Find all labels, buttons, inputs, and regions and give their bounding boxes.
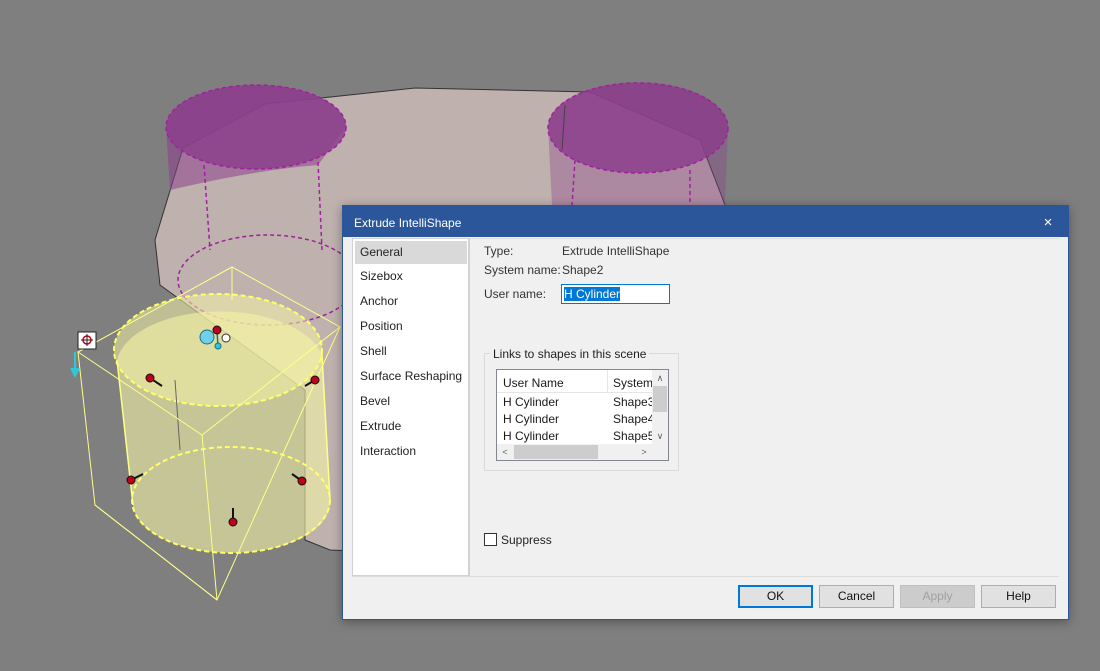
hole-top-left — [165, 84, 347, 170]
links-groupbox: Links to shapes in this scene User Name … — [484, 347, 679, 471]
scroll-right-icon[interactable]: > — [636, 444, 652, 460]
list-row[interactable]: H Cylinder Shape3 — [497, 393, 655, 410]
nav-item-shell[interactable]: Shell — [353, 339, 468, 364]
scroll-corner — [652, 444, 668, 460]
general-panel: Type: Extrude IntelliShape System name: … — [469, 238, 1060, 576]
nav-item-anchor[interactable]: Anchor — [353, 289, 468, 314]
listview-header: User Name System — [497, 370, 653, 393]
type-value: Extrude IntelliShape — [562, 244, 670, 258]
scroll-down-icon[interactable]: ∨ — [652, 428, 668, 444]
list-row[interactable]: H Cylinder Shape4 — [497, 410, 655, 427]
scroll-up-icon[interactable]: ∧ — [652, 370, 668, 386]
horizontal-scroll-thumb[interactable] — [514, 445, 598, 459]
nav-item-surface-reshaping[interactable]: Surface Reshaping — [353, 364, 468, 389]
nav-item-general[interactable]: General — [355, 241, 467, 264]
list-cell-system: Shape4 — [613, 412, 655, 426]
help-button[interactable]: Help — [981, 585, 1056, 608]
user-name-label: User name: — [484, 287, 547, 301]
list-cell-user-name: H Cylinder — [503, 395, 560, 409]
user-name-input[interactable]: H Cylinder — [561, 284, 670, 304]
close-icon: × — [1043, 214, 1053, 231]
system-name-label: System name: — [484, 263, 561, 277]
system-name-value: Shape2 — [562, 263, 604, 277]
column-header-system[interactable]: System — [613, 376, 653, 390]
button-divider — [352, 576, 1059, 577]
column-divider[interactable] — [607, 370, 608, 392]
vertical-scroll-thumb[interactable] — [653, 386, 667, 412]
scroll-left-icon[interactable]: < — [497, 444, 513, 460]
type-label: Type: — [484, 244, 514, 258]
property-nav-list: General Sizebox Anchor Position Shell Su… — [352, 238, 469, 576]
suppress-label[interactable]: Suppress — [501, 533, 552, 547]
links-listview[interactable]: User Name System H Cylinder Shape3 H Cyl… — [496, 369, 669, 461]
close-button[interactable]: × — [1028, 206, 1068, 237]
extrude-intellishape-dialog: Extrude IntelliShape × General Sizebox A… — [342, 205, 1069, 620]
user-name-selected-text: H Cylinder — [564, 287, 621, 301]
list-row[interactable]: H Cylinder Shape5 — [497, 427, 655, 444]
nav-item-sizebox[interactable]: Sizebox — [353, 264, 468, 289]
cancel-button[interactable]: Cancel — [819, 585, 894, 608]
list-cell-user-name: H Cylinder — [503, 412, 560, 426]
apply-button[interactable]: Apply — [900, 585, 975, 608]
horizontal-scrollbar[interactable]: < > — [497, 444, 652, 460]
cylinder-top-ellipse — [113, 293, 323, 407]
nav-item-interaction[interactable]: Interaction — [353, 439, 468, 464]
ok-button[interactable]: OK — [738, 585, 813, 608]
column-header-user-name[interactable]: User Name — [503, 376, 564, 390]
hole-top-right — [547, 82, 729, 174]
list-cell-user-name: H Cylinder — [503, 429, 560, 443]
vertical-scrollbar[interactable]: ∧ ∨ — [652, 370, 668, 444]
list-cell-system: Shape5 — [613, 429, 655, 443]
dialog-titlebar[interactable]: Extrude IntelliShape × — [343, 206, 1068, 237]
list-cell-system: Shape3 — [613, 395, 655, 409]
dialog-title: Extrude IntelliShape — [354, 216, 462, 230]
nav-item-bevel[interactable]: Bevel — [353, 389, 468, 414]
nav-item-extrude[interactable]: Extrude — [353, 414, 468, 439]
suppress-checkbox[interactable] — [484, 533, 497, 546]
links-group-title: Links to shapes in this scene — [490, 347, 650, 361]
nav-item-position[interactable]: Position — [353, 314, 468, 339]
